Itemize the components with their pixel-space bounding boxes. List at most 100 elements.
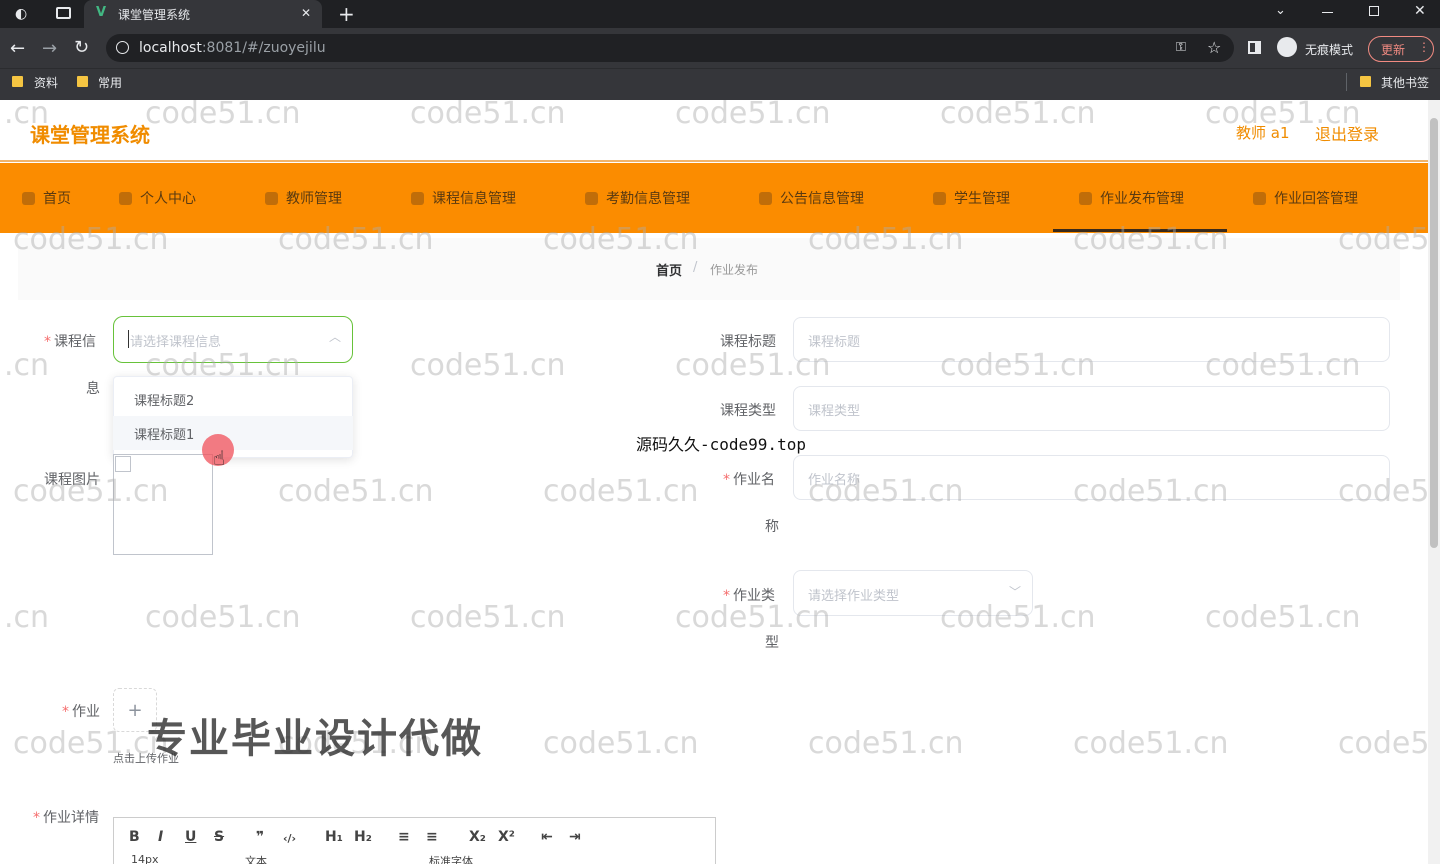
tab-close-icon[interactable]: ✕ <box>301 6 311 20</box>
app-title: 课堂管理系统 <box>30 123 150 147</box>
course-info-placeholder: 请选择课程信息 <box>130 335 222 350</box>
overlay-caption: 源码久久-code99.top <box>636 435 806 454</box>
watermark: .cn <box>4 348 50 383</box>
nav-item-attendance[interactable]: 考勤信息管理 <box>585 163 690 233</box>
subscript-button[interactable]: X₂ <box>469 829 486 845</box>
menu-icon <box>585 191 598 205</box>
incognito-label: 无痕模式 <box>1305 43 1354 57</box>
menu-dots-icon[interactable]: ⋮ <box>1418 40 1430 54</box>
header-select[interactable]: 文本 <box>245 853 267 864</box>
tab-search-icon[interactable] <box>56 7 71 19</box>
app-header <box>0 100 1428 162</box>
user-icon <box>933 191 946 205</box>
homework-detail-label: * 作业详情 <box>33 810 99 826</box>
back-arrow-icon[interactable]: ← <box>10 38 25 59</box>
course-title-input[interactable] <box>793 317 1390 362</box>
underline-button[interactable]: U <box>185 829 196 845</box>
text-caret <box>128 330 129 348</box>
course-type-label: 课程类型 <box>720 403 776 419</box>
homework-name-input[interactable] <box>793 455 1390 500</box>
folder-icon <box>77 76 88 87</box>
nav-item-homework-answers[interactable]: 作业回答管理 <box>1253 163 1358 233</box>
home-icon <box>22 191 35 205</box>
chevron-down-icon[interactable]: ﹀ <box>1009 583 1021 600</box>
course-type-input[interactable] <box>793 386 1390 431</box>
homework-type-label-wrap: 型 <box>765 635 779 651</box>
window-close-icon[interactable]: ✕ <box>1414 3 1426 19</box>
nav-item-notices[interactable]: 公告信息管理 <box>759 163 864 233</box>
window-restore-icon[interactable] <box>1369 6 1379 16</box>
breadcrumb-separator: / <box>693 260 698 275</box>
browser-profile-icon[interactable]: ◐ <box>15 6 27 22</box>
update-label: 更新 <box>1381 43 1406 57</box>
course-title-label: 课程标题 <box>720 334 776 350</box>
new-tab-icon[interactable]: + <box>338 2 355 26</box>
other-bookmarks[interactable]: 其他书签 <box>1381 74 1429 91</box>
vue-favicon-icon: V <box>96 5 107 20</box>
site-info-icon[interactable] <box>116 41 129 54</box>
watermark: code51.cn <box>1073 726 1229 761</box>
side-panel-icon[interactable] <box>1248 41 1261 54</box>
window-minimize-icon[interactable] <box>1322 12 1333 13</box>
watermark: code51.cn <box>808 726 964 761</box>
overlay-banner: 专业毕业设计代做 <box>147 716 483 762</box>
bold-button[interactable]: B <box>129 829 140 845</box>
reload-icon[interactable]: ↻ <box>74 37 89 58</box>
superscript-button[interactable]: X² <box>498 829 515 845</box>
bookmark-folder-2[interactable]: 常用 <box>98 74 122 91</box>
homework-label: * 作业 <box>62 704 100 720</box>
scrollbar-thumb[interactable] <box>1430 118 1438 548</box>
url-text[interactable]: localhost:8081/#/zuoyejilu <box>139 40 326 56</box>
italic-button[interactable]: I <box>158 829 163 845</box>
folder-icon <box>1360 76 1371 87</box>
logout-link[interactable]: 退出登录 <box>1315 121 1379 145</box>
image-placeholder-icon <box>115 456 131 472</box>
h1-button[interactable]: H₁ <box>325 829 343 845</box>
font-family-select[interactable]: 标准字体 <box>429 853 473 864</box>
outdent-button[interactable]: ⇤ <box>541 829 553 845</box>
homework-name-placeholder: 作业名称 <box>808 473 861 488</box>
nav-item-students[interactable]: 学生管理 <box>933 163 1010 233</box>
folder-icon <box>12 76 23 87</box>
current-user-label: 教师 a1 <box>1236 124 1290 142</box>
watermark: code51.cn <box>543 474 699 509</box>
watermark: .cn <box>4 600 50 635</box>
chevron-up-icon[interactable]: ︿ <box>329 328 341 345</box>
user-icon <box>119 191 132 205</box>
breadcrumb-home[interactable]: 首页 <box>656 260 682 279</box>
course-info-label: * 课程信 <box>44 334 96 350</box>
h2-button[interactable]: H₂ <box>354 829 372 845</box>
watermark: code51.cn <box>278 474 434 509</box>
font-size-select[interactable]: 14px <box>131 853 159 864</box>
dropdown-option[interactable]: 课程标题2 <box>113 382 353 416</box>
ordered-list-button[interactable]: ≡ <box>398 829 410 845</box>
tab-title: 课堂管理系统 <box>118 8 191 22</box>
rich-text-editor[interactable] <box>113 817 716 864</box>
strike-button[interactable]: S <box>214 829 224 845</box>
nav-item-homework-publish[interactable]: 作业发布管理 <box>1079 163 1184 233</box>
nav-item-profile[interactable]: 个人中心 <box>119 163 196 233</box>
nav-item-teachers[interactable]: 教师管理 <box>265 163 342 233</box>
bookmark-folder-1[interactable]: 资料 <box>34 74 58 91</box>
course-type-placeholder: 课程类型 <box>808 404 861 419</box>
homework-type-placeholder: 请选择作业类型 <box>808 589 900 604</box>
key-icon[interactable]: ⚿ <box>1176 40 1186 55</box>
forward-arrow-icon[interactable]: → <box>42 38 57 59</box>
code-button[interactable]: ‹/› <box>283 832 296 845</box>
watermark: code5 <box>1338 726 1430 761</box>
homework-name-label: * 作业名 <box>723 472 775 488</box>
tab-list-chevron-icon[interactable]: ⌄ <box>1275 3 1286 18</box>
course-image-label: 课程图片 <box>44 472 100 488</box>
nav-item-home[interactable]: 首页 <box>22 163 71 233</box>
incognito-icon <box>1277 37 1297 57</box>
bullet-list-button[interactable]: ≡ <box>426 829 438 845</box>
quote-button[interactable]: ❞ <box>256 829 264 845</box>
watermark: code51.cn <box>410 348 566 383</box>
menu-icon <box>1079 191 1092 205</box>
nav-item-courses[interactable]: 课程信息管理 <box>411 163 516 233</box>
bookmark-star-icon[interactable]: ☆ <box>1207 38 1221 57</box>
hand-cursor-icon: ☝ <box>213 446 226 470</box>
indent-button[interactable]: ⇥ <box>569 829 581 845</box>
menu-icon <box>265 191 278 205</box>
breadcrumb-current: 作业发布 <box>710 263 759 277</box>
